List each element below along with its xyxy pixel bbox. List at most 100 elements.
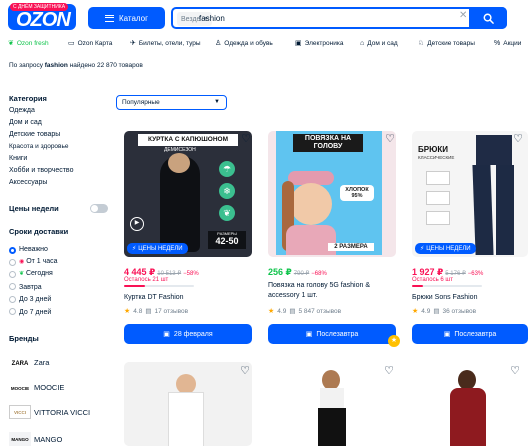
leaf-icon: ❦ xyxy=(8,40,14,47)
delivery-date-button[interactable]: ▣ 28 февраля xyxy=(124,324,252,344)
category-label: Детские товары xyxy=(427,39,475,47)
brand-item[interactable]: Zara xyxy=(34,358,49,367)
brand-logo-vicci: VICCI xyxy=(9,405,31,419)
category-home[interactable]: ⌂ Дом и сад xyxy=(360,36,398,50)
button-label: 28 февраля xyxy=(173,330,213,338)
stock-bar-fill xyxy=(124,285,145,287)
product-card[interactable]: БРЮКИ КЛАССИЧЕСКИЕ ⚡ ЦЕНЫ НЕДЕЛИ ♡ 1 927 … xyxy=(412,131,530,346)
price-discount: −63% xyxy=(467,271,484,277)
delivery-radio-7days[interactable] xyxy=(9,308,16,315)
express-icon: ◉ xyxy=(19,259,25,265)
cart-icon: ▣ xyxy=(443,331,451,338)
stock-left: Осталось 6 шт xyxy=(412,277,453,283)
favorite-heart-icon[interactable]: ♡ xyxy=(384,133,396,145)
category-label: Одежда и обувь xyxy=(224,39,273,47)
stock-bar-fill xyxy=(412,285,423,287)
product-title[interactable]: Брюки Sons Fashion xyxy=(412,293,528,303)
model-face xyxy=(176,374,196,394)
badge-label: ЦЕНЫ НЕДЕЛИ xyxy=(138,245,183,252)
badge-label: ЦЕНЫ НЕДЕЛИ xyxy=(426,245,471,252)
delivery-date-button[interactable]: ▣ Послезавтра xyxy=(412,324,528,344)
catalog-button[interactable]: Каталог xyxy=(88,7,165,29)
favorite-heart-icon[interactable]: ♡ xyxy=(240,364,250,377)
top-figure xyxy=(320,388,344,408)
favorite-heart-icon[interactable]: ♡ xyxy=(384,364,394,377)
snowflake-icon: ❄ xyxy=(219,183,235,199)
filter-category-item[interactable]: Одежда xyxy=(9,107,35,114)
product-image[interactable]: КУРТКА С КАПЮШОНОМ ДЕМИСЕЗОН ☂ ❄ ❦ РАЗМЕ… xyxy=(124,131,252,257)
brand-logo-zara: ZARA xyxy=(9,357,31,371)
model-face xyxy=(168,153,190,173)
brand-item[interactable]: MOOCIE xyxy=(34,383,64,392)
product-title[interactable]: Повязка на голову 5G fashion & accessory… xyxy=(268,281,396,301)
cart-icon: ▣ xyxy=(163,331,170,338)
delivery-radio-1h[interactable] xyxy=(9,259,16,266)
plane-icon: ✈ xyxy=(130,40,136,47)
category-electronics[interactable]: ▣ Электроника xyxy=(295,36,343,50)
search-icon xyxy=(483,13,494,24)
favorite-heart-icon[interactable]: ♡ xyxy=(240,133,252,145)
delivery-label: Неважно xyxy=(19,246,48,253)
product-card[interactable]: ПОВЯЗКА НА ГОЛОВУ ХЛОПОК 95% 2 РАЗМЕРА ♡… xyxy=(268,131,400,347)
dress-figure xyxy=(450,388,486,446)
feature-thumb xyxy=(426,211,450,225)
delivery-radio-any[interactable] xyxy=(9,247,16,254)
delivery-date-button[interactable]: ▣ Послезавтра xyxy=(268,324,396,344)
category-label: Электроника xyxy=(304,39,344,47)
delivery-radio-3days[interactable] xyxy=(9,296,16,303)
product-image[interactable]: ♡ xyxy=(268,362,396,446)
category-ozon-card[interactable]: ▭ Ozon Карта xyxy=(68,36,112,50)
ozon-logo[interactable]: С ДНЁМ ЗАЩИТНИКА OZON xyxy=(8,3,76,31)
jacket-figure xyxy=(476,135,512,165)
category-clothes[interactable]: ♙ Одежда и обувь xyxy=(215,36,273,50)
chevron-down-icon: ▼ xyxy=(214,99,220,105)
shirt-icon: ♙ xyxy=(215,40,222,47)
stock-left: Осталось 21 шт xyxy=(124,277,169,283)
rating: ★ 4.9 ▤ 5 847 отзывов xyxy=(268,307,341,316)
brand-logo-mango: MANGO xyxy=(9,432,31,446)
model-face xyxy=(322,370,340,390)
favorite-heart-icon[interactable]: ♡ xyxy=(512,133,524,145)
filter-category-item[interactable]: Детские товары xyxy=(9,131,60,138)
product-title[interactable]: Куртка DT Fashion xyxy=(124,293,252,303)
category-sales[interactable]: % Акции xyxy=(494,36,521,50)
category-kids[interactable]: ♘ Детские товары xyxy=(418,36,475,50)
product-image[interactable]: БРЮКИ КЛАССИЧЕСКИЕ xyxy=(412,131,528,257)
play-icon[interactable]: ▶ xyxy=(130,217,144,231)
product-image[interactable]: ПОВЯЗКА НА ГОЛОВУ ХЛОПОК 95% 2 РАЗМЕРА xyxy=(268,131,396,257)
laptop-icon: ▣ xyxy=(295,40,302,47)
brand-item[interactable]: VITTORIA VICCI xyxy=(34,408,90,417)
filter-category-item[interactable]: Хобби и творчество xyxy=(9,167,73,174)
filter-category-item[interactable]: Книги xyxy=(9,155,27,162)
category-label: Ozon Карта xyxy=(77,39,113,47)
product-image[interactable]: ♡ xyxy=(124,362,252,446)
category-ozon-fresh[interactable]: ❦ Ozon fresh xyxy=(8,36,49,50)
reviews-count: 36 отзывов xyxy=(442,307,477,315)
filter-category-item[interactable]: Дом и сад xyxy=(9,119,42,126)
leaf-icon: ❦ xyxy=(19,271,25,277)
wind-icon: ☂ xyxy=(219,161,235,177)
search-input[interactable] xyxy=(199,11,459,25)
filter-category-item[interactable]: Красота и здоровье xyxy=(9,143,69,150)
delivery-radio-tomorrow[interactable] xyxy=(9,283,16,290)
result-suffix: найдено 22 870 товаров xyxy=(69,62,143,69)
category-tickets[interactable]: ✈ Билеты, отели, туры xyxy=(130,36,201,50)
price-discount: −58% xyxy=(183,271,199,277)
delivery-label: До 3 дней xyxy=(19,296,52,303)
product-card[interactable]: КУРТКА С КАПЮШОНОМ ДЕМИСЕЗОН ☂ ❄ ❦ РАЗМЕ… xyxy=(124,131,252,346)
category-bar: ❦ Ozon fresh ▭ Ozon Карта ✈ Билеты, отели, … xyxy=(0,36,530,50)
catalog-label: Каталог xyxy=(118,13,149,23)
filter-category-item[interactable]: Аксессуары xyxy=(9,179,47,186)
delivery-radio-today[interactable] xyxy=(9,271,16,278)
week-prices-toggle[interactable] xyxy=(90,204,108,213)
rating-value: 4.9 xyxy=(277,307,287,315)
delivery-label-text: Сегодня xyxy=(25,270,53,277)
sort-select[interactable]: Популярные ▼ xyxy=(116,95,227,110)
brand-item[interactable]: MANGO xyxy=(34,435,62,444)
shirt-figure xyxy=(168,392,204,446)
comment-icon: ▤ xyxy=(433,308,440,315)
product-image[interactable]: ♡ xyxy=(412,362,528,446)
search-button[interactable] xyxy=(469,7,507,29)
favorite-heart-icon[interactable]: ♡ xyxy=(510,364,520,377)
clear-icon[interactable]: ✕ xyxy=(459,10,467,21)
